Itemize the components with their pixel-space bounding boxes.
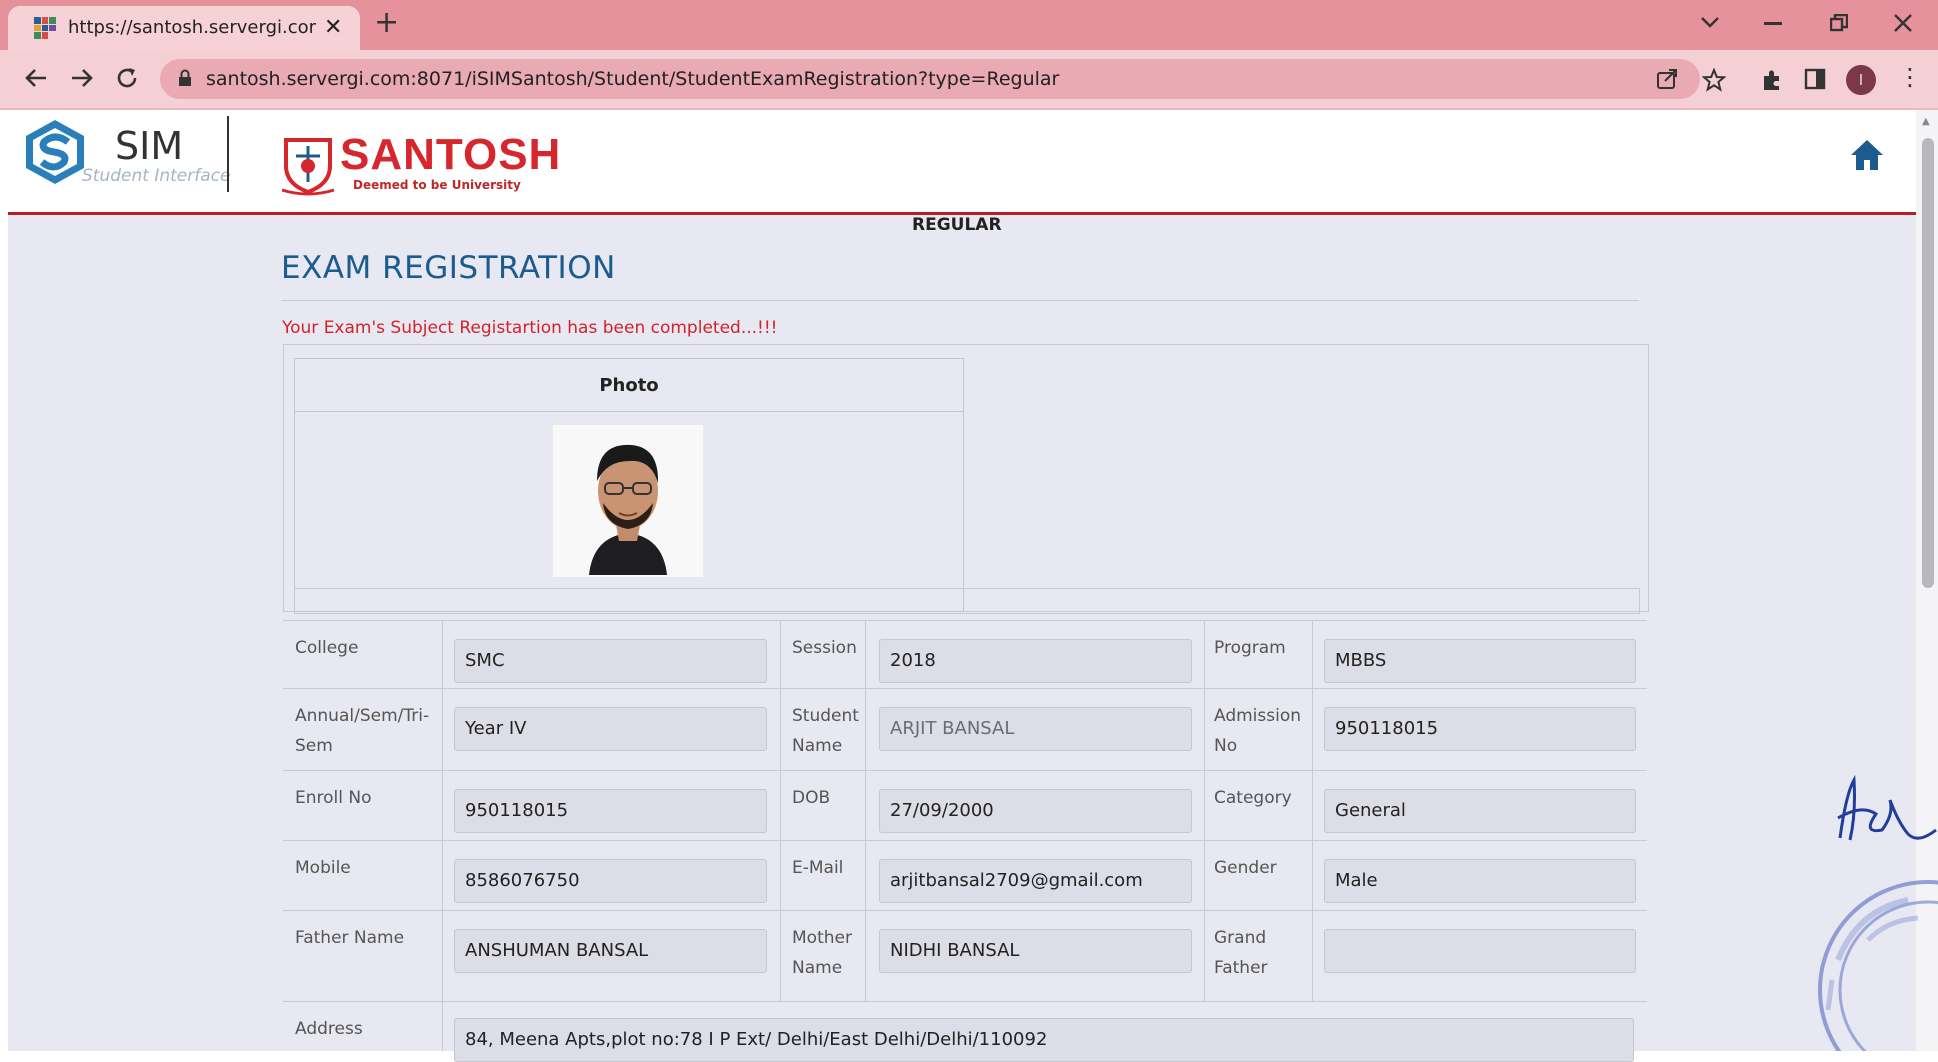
annual-sem-label: Annual/Sem/Tri-Sem	[295, 706, 430, 756]
student-photo	[553, 425, 703, 577]
college-field[interactable]: SMC	[454, 639, 767, 683]
address-label: Address	[295, 1019, 363, 1039]
sidebar-icon[interactable]	[1804, 68, 1826, 90]
url-text[interactable]: santosh.servergi.com:8071/iSIMSantosh/St…	[206, 68, 1059, 90]
title-divider	[281, 300, 1639, 301]
photo-label: Photo	[599, 375, 659, 396]
form-row: Address 84, Meena Apts,plot no:78 I P Ex…	[283, 1001, 1647, 1062]
dob-label: DOB	[792, 788, 831, 808]
photo-panel-footer	[294, 588, 1640, 614]
official-stamp	[1818, 880, 1938, 1051]
window-close-icon[interactable]	[1894, 14, 1912, 32]
success-message: Your Exam's Subject Registartion has bee…	[282, 318, 778, 338]
sim-logo-icon[interactable]	[20, 116, 90, 188]
admission-no-field[interactable]: 950118015	[1324, 707, 1636, 751]
mobile-label: Mobile	[295, 858, 351, 878]
form-row: Annual/Sem/Tri-Sem Year IV Student Name …	[283, 688, 1647, 771]
form-row: Mobile 8586076750 E-Mail arjitbansal2709…	[283, 840, 1647, 911]
forward-arrow-icon[interactable]	[70, 66, 94, 90]
mode-label: REGULAR	[912, 215, 1002, 235]
annual-sem-field[interactable]: Year IV	[454, 707, 767, 751]
favicon	[34, 17, 56, 39]
father-name-label: Father Name	[295, 928, 405, 948]
grand-father-field[interactable]	[1324, 929, 1636, 973]
gender-field[interactable]: Male	[1324, 859, 1636, 903]
session-label: Session	[792, 638, 857, 658]
form-row: College SMC Session 2018 Program MBBS	[283, 620, 1647, 689]
close-icon[interactable]: ✕	[324, 15, 342, 40]
form-row: Enroll No 950118015 DOB 27/09/2000 Categ…	[283, 770, 1647, 841]
reload-icon[interactable]	[115, 66, 139, 90]
scrollbar-thumb[interactable]	[1922, 138, 1934, 588]
program-label: Program	[1214, 638, 1286, 658]
gender-label: Gender	[1214, 858, 1277, 878]
session-field[interactable]: 2018	[879, 639, 1192, 683]
minimize-icon[interactable]	[1764, 22, 1782, 26]
photo-header-divider	[295, 411, 963, 412]
back-arrow-icon[interactable]	[24, 66, 48, 90]
student-name-label: Student Name	[792, 706, 859, 756]
page-title: EXAM REGISTRATION	[281, 250, 616, 286]
email-field[interactable]: arjitbansal2709@gmail.com	[879, 859, 1192, 903]
browser-tab-bar: https://santosh.servergi.com:807 ✕ +	[0, 0, 1938, 50]
university-emblem-icon[interactable]	[280, 132, 336, 196]
email-label: E-Mail	[792, 858, 844, 878]
father-name-field[interactable]: ANSHUMAN BANSAL	[454, 929, 767, 973]
student-name-field[interactable]: ARJIT BANSAL	[879, 707, 1192, 751]
grand-father-label: Grand Father	[1214, 928, 1268, 978]
university-tagline: Deemed to be University	[353, 178, 521, 192]
university-name: SANTOSH	[340, 130, 562, 179]
photo-box: Photo	[294, 358, 964, 612]
mother-name-field[interactable]: NIDHI BANSAL	[879, 929, 1192, 973]
address-bar[interactable]: santosh.servergi.com:8071/iSIMSantosh/St…	[160, 59, 1700, 99]
lock-icon[interactable]	[178, 69, 192, 87]
handwritten-signature	[1837, 774, 1937, 841]
program-field[interactable]: MBBS	[1324, 639, 1636, 683]
header-divider	[227, 116, 229, 192]
mother-name-label: Mother Name	[792, 928, 852, 978]
restore-icon[interactable]	[1830, 14, 1848, 32]
browser-toolbar: santosh.servergi.com:8071/iSIMSantosh/St…	[0, 50, 1938, 108]
enroll-no-field[interactable]: 950118015	[454, 789, 767, 833]
chevron-down-icon[interactable]	[1700, 16, 1720, 30]
tab-title: https://santosh.servergi.com:807	[68, 17, 316, 38]
sim-subtitle: Student Interface	[82, 166, 231, 186]
kebab-menu-icon[interactable]: ⋮	[1898, 62, 1922, 92]
category-field[interactable]: General	[1324, 789, 1636, 833]
mobile-field[interactable]: 8586076750	[454, 859, 767, 903]
avatar[interactable]: I	[1846, 65, 1876, 95]
home-icon[interactable]	[1850, 138, 1884, 172]
puzzle-icon[interactable]	[1760, 68, 1784, 92]
admission-no-label: Admission No	[1214, 706, 1302, 756]
browser-tab[interactable]: https://santosh.servergi.com:807 ✕	[8, 6, 360, 50]
address-field[interactable]: 84, Meena Apts,plot no:78 I P Ext/ Delhi…	[454, 1018, 1634, 1062]
scroll-up-arrow-icon[interactable]: ▲	[1922, 116, 1930, 127]
star-icon[interactable]	[1702, 68, 1726, 92]
enroll-no-label: Enroll No	[295, 788, 372, 808]
dob-field[interactable]: 27/09/2000	[879, 789, 1192, 833]
plus-icon[interactable]: +	[374, 8, 399, 38]
share-icon[interactable]	[1656, 67, 1680, 91]
site-header: SIM Student Interface SANTOSH Deemed to …	[8, 110, 1916, 212]
form-row: Father Name ANSHUMAN BANSAL Mother Name …	[283, 910, 1647, 1002]
college-label: College	[295, 638, 359, 658]
sim-title: SIM	[115, 124, 184, 168]
category-label: Category	[1214, 788, 1292, 808]
